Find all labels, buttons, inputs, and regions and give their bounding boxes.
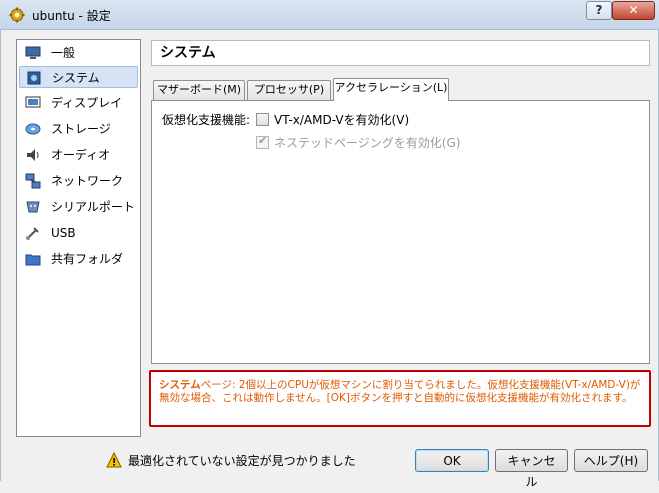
status-message: 最適化されていない設定が見つかりました xyxy=(128,454,356,468)
sidebar-item-network[interactable]: ネットワーク xyxy=(19,170,138,192)
nested-paging-checkbox[interactable]: ✔ xyxy=(256,134,269,149)
warning-icon xyxy=(106,452,122,468)
nested-paging-label: ネステッドページングを有効化(G) xyxy=(274,136,461,150)
tab-motherboard[interactable]: マザーボード(M) xyxy=(153,80,245,100)
warning-message: ページ: 2個以上のCPUが仮想マシンに割り当てられました。仮想化支援機能(VT… xyxy=(159,379,641,404)
sidebar-item-display[interactable]: ディスプレイ xyxy=(19,92,138,114)
sidebar-item-general[interactable]: 一般 xyxy=(19,42,138,64)
folder-icon xyxy=(25,254,41,266)
sidebar-item-label: USB xyxy=(51,226,76,240)
virtualization-label: 仮想化支援機能: xyxy=(162,113,251,127)
network-icon xyxy=(25,173,41,189)
acceleration-panel: 仮想化支援機能: VT-x/AMD-Vを有効化(V) ✔ ネステッドページングを… xyxy=(151,100,650,364)
serial-port-icon xyxy=(26,201,40,213)
button-bar: 最適化されていない設定が見つかりました OK キャンセル ヘルプ(H) xyxy=(1,440,659,489)
sidebar-item-audio[interactable]: オーディオ xyxy=(19,144,138,166)
help-button[interactable]: ヘルプ(H) xyxy=(574,449,648,472)
validation-warning: システムページ: 2個以上のCPUが仮想マシンに割り当てられました。仮想化支援機… xyxy=(149,370,651,427)
gear-icon xyxy=(9,7,25,23)
ok-button[interactable]: OK xyxy=(415,449,489,472)
sidebar-item-serial-ports[interactable]: シリアルポート xyxy=(19,196,138,218)
disk-icon xyxy=(25,123,41,135)
sidebar-item-label: ディスプレイ xyxy=(51,96,123,110)
settings-sidebar: 一般 システム ディスプレイ ストレージ オーディオ ネットワーク シリアルポー… xyxy=(16,39,141,437)
sidebar-item-label: システム xyxy=(52,71,100,85)
checkmark-icon: ✔ xyxy=(258,134,268,147)
display-icon xyxy=(25,96,41,108)
speaker-icon xyxy=(27,149,39,161)
usb-icon xyxy=(26,227,39,240)
sidebar-item-label: ストレージ xyxy=(51,122,111,136)
sidebar-item-label: シリアルポート xyxy=(51,200,135,214)
cancel-button[interactable]: キャンセル xyxy=(495,449,568,489)
tab-processor[interactable]: プロセッサ(P) xyxy=(247,80,331,100)
vtx-checkbox[interactable] xyxy=(256,113,269,126)
window-close-button[interactable]: ✕ xyxy=(612,1,655,20)
window-title: ubuntu - 設定 xyxy=(32,9,111,23)
sidebar-item-label: 共有フォルダ xyxy=(51,252,124,266)
dialog-body: 一般 システム ディスプレイ ストレージ オーディオ ネットワーク シリアルポー… xyxy=(0,30,659,489)
sidebar-item-usb[interactable]: USB xyxy=(19,222,138,244)
sidebar-item-label: オーディオ xyxy=(51,148,111,162)
vtx-checkbox-label[interactable]: VT-x/AMD-Vを有効化(V) xyxy=(274,111,409,128)
monitor-icon xyxy=(25,46,41,59)
page-title: システム xyxy=(151,40,650,66)
sidebar-item-storage[interactable]: ストレージ xyxy=(19,118,138,140)
sidebar-item-shared-folders[interactable]: 共有フォルダ xyxy=(19,248,138,270)
chip-icon xyxy=(27,71,41,85)
sidebar-item-system[interactable]: システム xyxy=(19,66,138,88)
window-help-button[interactable]: ? xyxy=(586,1,612,20)
title-bar[interactable]: ubuntu - 設定 ? ✕ xyxy=(0,0,659,30)
sidebar-item-label: ネットワーク xyxy=(51,174,124,188)
tab-acceleration[interactable]: アクセラレーション(L) xyxy=(333,78,449,101)
sidebar-item-label: 一般 xyxy=(51,46,76,60)
warning-page-name: システム xyxy=(159,379,201,391)
